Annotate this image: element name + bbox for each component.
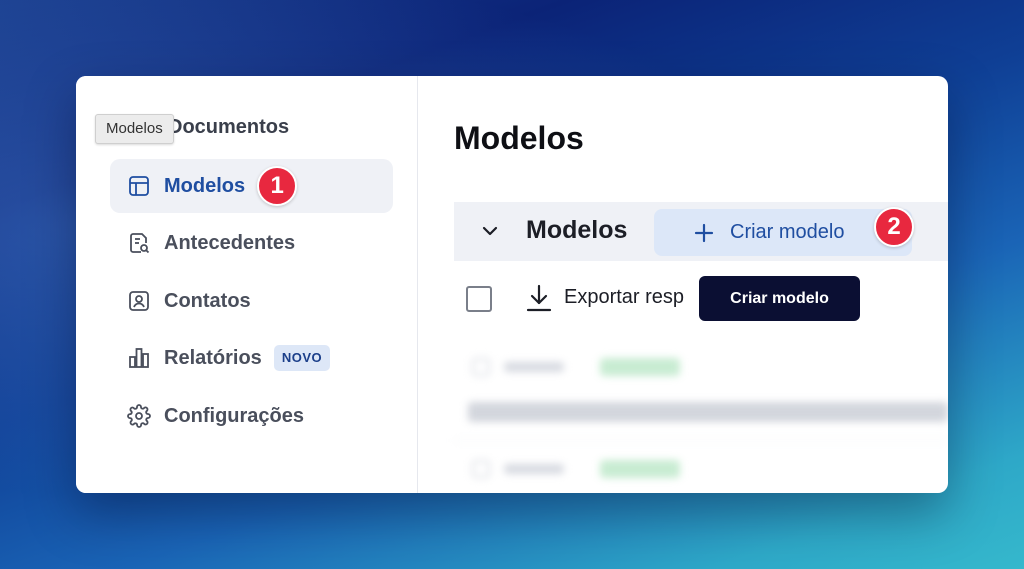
contact-card-icon bbox=[126, 288, 152, 314]
create-model-button[interactable]: Criar modelo bbox=[654, 209, 912, 256]
sidebar: Documentos Modelos Modelos 1 Antecedente… bbox=[76, 76, 418, 493]
app-window: Documentos Modelos Modelos 1 Antecedente… bbox=[76, 76, 948, 493]
step-badge: 1 bbox=[257, 166, 298, 206]
bar-chart-icon bbox=[126, 345, 152, 371]
sidebar-item-label: Configurações bbox=[164, 404, 305, 427]
sidebar-item-label: Contatos bbox=[164, 289, 251, 312]
gear-icon bbox=[126, 403, 152, 429]
new-badge: NOVO bbox=[273, 345, 331, 371]
step-badge: 2 bbox=[874, 207, 914, 247]
plus-icon bbox=[692, 221, 716, 245]
select-all-checkbox[interactable] bbox=[466, 286, 492, 312]
blurred-list bbox=[454, 344, 948, 493]
download-icon[interactable] bbox=[524, 283, 554, 313]
create-model-label: Criar modelo bbox=[730, 221, 845, 243]
group-title: Modelos bbox=[526, 216, 628, 244]
sidebar-item-configuracoes[interactable]: Configurações bbox=[110, 389, 393, 443]
export-button[interactable]: Exportar resp bbox=[564, 286, 684, 309]
chevron-down-icon[interactable] bbox=[478, 219, 502, 243]
sidebar-item-relatorios[interactable]: Relatórios NOVO bbox=[110, 331, 393, 385]
sidebar-item-label: Modelos bbox=[164, 174, 246, 197]
create-model-tooltip: Criar modelo bbox=[699, 276, 860, 321]
sidebar-section-title: Documentos bbox=[168, 116, 290, 138]
main-content: Modelos Modelos Criar modelo 2 Exportar … bbox=[418, 76, 948, 493]
sidebar-item-modelos[interactable]: Modelos 1 bbox=[110, 159, 393, 213]
sidebar-item-label: Relatórios bbox=[164, 346, 262, 369]
document-search-icon bbox=[126, 230, 152, 256]
template-icon bbox=[126, 173, 152, 199]
page-title: Modelos bbox=[454, 120, 584, 156]
sidebar-item-antecedentes[interactable]: Antecedentes bbox=[110, 216, 393, 270]
group-header: Modelos Criar modelo 2 bbox=[454, 202, 948, 261]
sidebar-item-label: Antecedentes bbox=[164, 231, 296, 254]
hover-tooltip: Modelos bbox=[95, 114, 174, 144]
sidebar-item-contatos[interactable]: Contatos bbox=[110, 274, 393, 328]
